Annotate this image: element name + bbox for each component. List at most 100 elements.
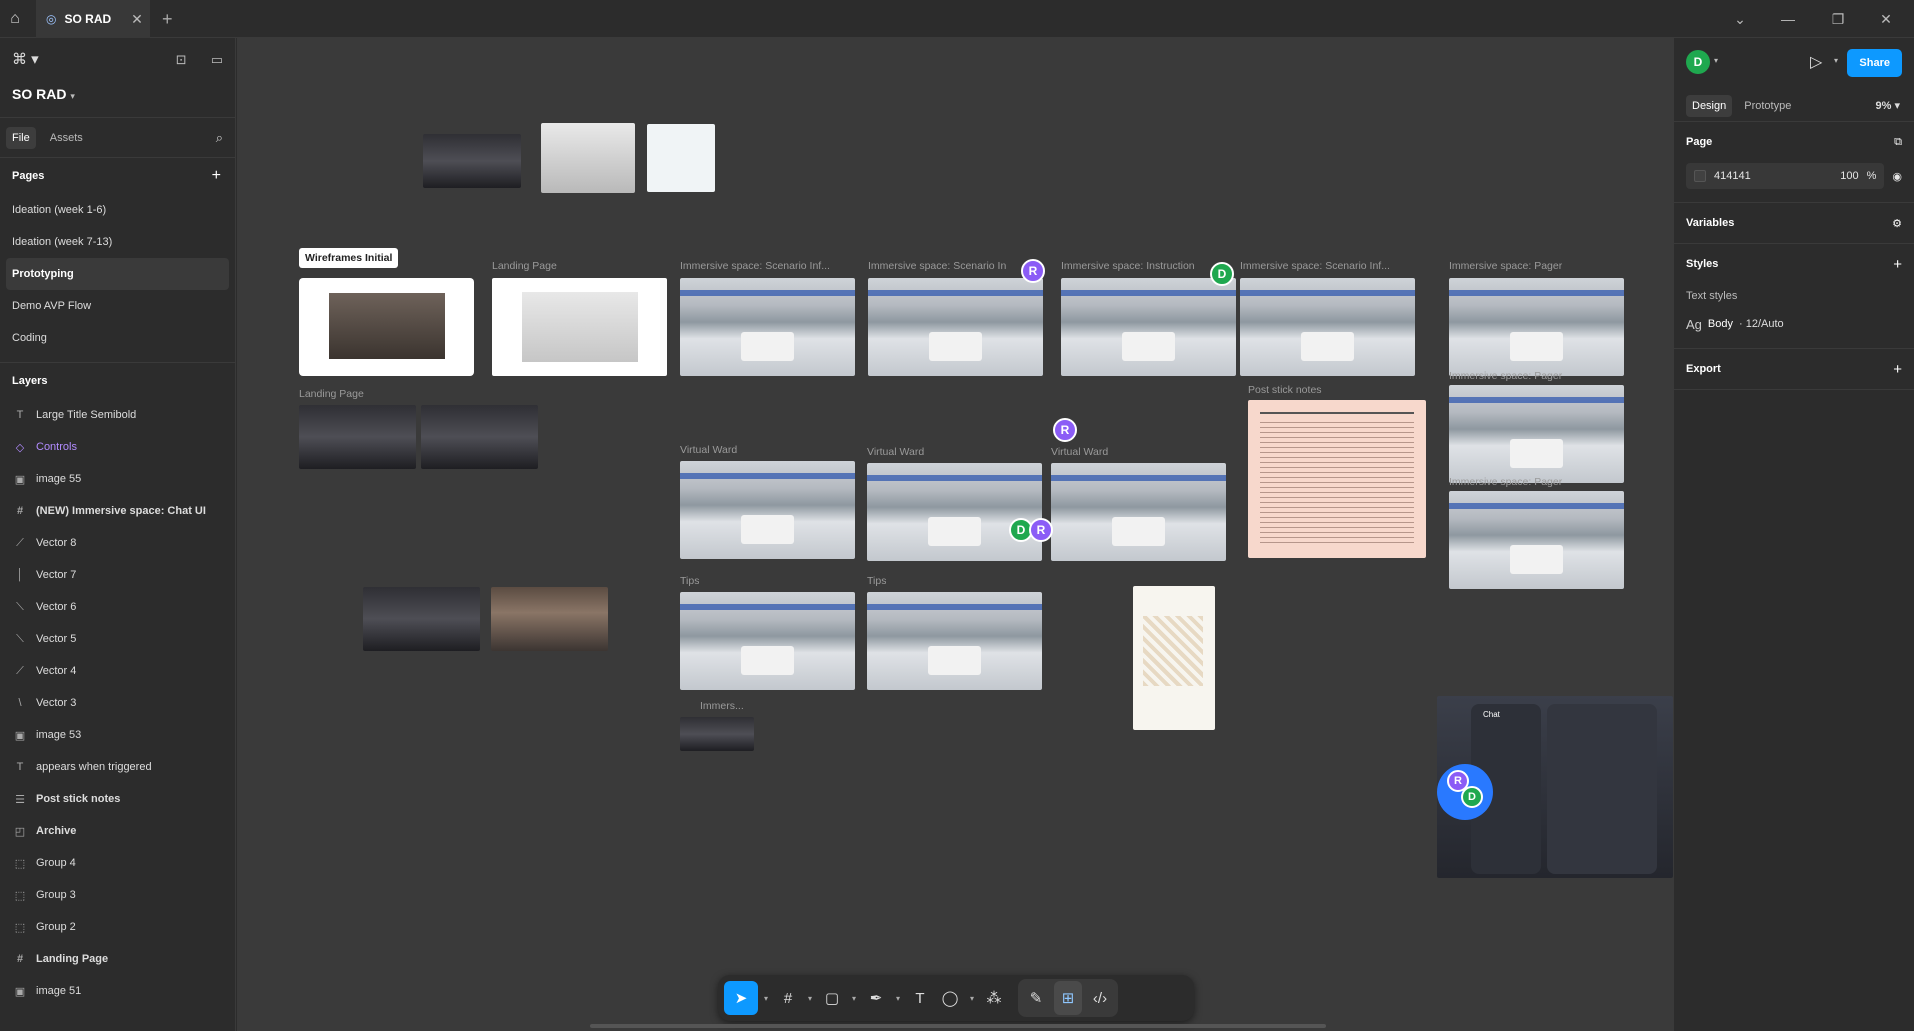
tab-design[interactable]: Design: [1686, 94, 1733, 117]
frame-tool-icon[interactable]: #: [774, 981, 802, 1015]
share-button[interactable]: Share: [1847, 49, 1902, 77]
text-style-body[interactable]: Ag Body · 12/Auto: [1686, 308, 1902, 340]
layer-item[interactable]: ⟍ Vector 6: [0, 591, 235, 623]
layer-item[interactable]: ◇ Controls: [0, 431, 235, 463]
text-tool-icon[interactable]: T: [906, 981, 934, 1015]
file-name[interactable]: SO RAD ▾: [12, 86, 75, 102]
layer-item[interactable]: # Landing Page: [0, 943, 235, 975]
page-settings-icon[interactable]: ⧉: [1894, 136, 1902, 149]
label-scenario-2[interactable]: Immersive space: Scenario In: [868, 260, 1023, 272]
frame-post-stick-notes[interactable]: [1248, 400, 1426, 558]
page-color-field[interactable]: 414141 100 %: [1686, 163, 1885, 189]
tab-assets[interactable]: Assets: [44, 127, 89, 149]
design-mode-icon[interactable]: ⊞: [1054, 981, 1082, 1015]
frame-pager-3[interactable]: [1449, 491, 1624, 589]
layer-item[interactable]: ⬚ Group 4: [0, 847, 235, 879]
page-item-coding[interactable]: Coding: [6, 322, 229, 354]
comment-tool-caret-icon[interactable]: ▾: [966, 981, 978, 1015]
label-virtual-ward-2[interactable]: Virtual Ward: [867, 446, 924, 458]
frame-scenario-1[interactable]: [680, 278, 855, 376]
avatar-collaborator-d[interactable]: D: [1210, 262, 1234, 286]
page-color-value[interactable]: 414141: [1714, 170, 1751, 182]
canvas-image-room[interactable]: [541, 123, 635, 193]
frame-tips-2[interactable]: [867, 592, 1042, 690]
canvas-image-banner[interactable]: [423, 134, 521, 188]
rectangle-tool-icon[interactable]: ▢: [818, 981, 846, 1015]
layer-item[interactable]: ▣ image 55: [0, 463, 235, 495]
layer-item[interactable]: ◰ Archive: [0, 815, 235, 847]
frame-pager-1[interactable]: [1449, 278, 1624, 376]
comment-tool-icon[interactable]: ◯: [936, 981, 964, 1015]
file-tab[interactable]: ◎ SO RAD ✕: [36, 0, 150, 38]
present-icon[interactable]: ▷: [1810, 52, 1822, 72]
search-icon[interactable]: ⌕: [216, 130, 223, 146]
layer-item[interactable]: # (NEW) Immersive space: Chat UI: [0, 495, 235, 527]
frame-scenario-3[interactable]: [1240, 278, 1415, 376]
label-pager-1[interactable]: Immersive space: Pager: [1449, 260, 1562, 272]
page-item-demo-avp-flow[interactable]: Demo AVP Flow: [6, 290, 229, 322]
layer-item[interactable]: Tappears when triggered: [0, 751, 235, 783]
avatar-stack[interactable]: R D: [1437, 764, 1493, 820]
home-icon[interactable]: ⌂: [0, 0, 30, 38]
chevron-down-icon[interactable]: ⌄: [1720, 0, 1760, 38]
label-tips-2[interactable]: Tips: [867, 575, 886, 587]
frame-scenario-2[interactable]: [868, 278, 1043, 376]
draw-mode-icon[interactable]: ✎: [1022, 981, 1050, 1015]
visibility-eye-icon[interactable]: ◉: [1892, 170, 1902, 183]
actions-tool-icon[interactable]: ⁂: [980, 981, 1008, 1015]
layer-item[interactable]: ☰ Post stick notes: [0, 783, 235, 815]
frame-archive-1[interactable]: [363, 587, 480, 651]
variables-settings-icon[interactable]: ⚙: [1892, 217, 1902, 230]
horizontal-scrollbar[interactable]: [590, 1024, 1326, 1028]
layer-item[interactable]: ▣ image 51: [0, 975, 235, 1007]
frame-virtual-ward-3[interactable]: [1051, 463, 1226, 561]
canvas[interactable]: Wireframes Initial Landing Page Landing …: [237, 38, 1673, 1031]
frame-tips-1[interactable]: [680, 592, 855, 690]
frame-tool-caret-icon[interactable]: ▾: [804, 981, 816, 1015]
close-tab-icon[interactable]: ✕: [131, 11, 143, 28]
add-export-icon[interactable]: +: [1893, 361, 1902, 378]
frame-virtual-ward-2[interactable]: [867, 463, 1042, 561]
present-menu-chevron-icon[interactable]: ▾: [1834, 56, 1838, 65]
label-immers[interactable]: Immers...: [700, 700, 744, 712]
tab-prototype[interactable]: Prototype: [1738, 95, 1797, 117]
frame-pager-2[interactable]: [1449, 385, 1624, 483]
layer-item[interactable]: ⟍ Vector 5: [0, 623, 235, 655]
frame-virtual-ward-1[interactable]: [680, 461, 855, 559]
label-wireframes-initial[interactable]: Wireframes Initial: [299, 248, 399, 268]
figma-menu-icon[interactable]: ⌘ ▾: [12, 50, 39, 68]
label-post-stick-notes[interactable]: Post stick notes: [1248, 384, 1322, 396]
tab-file[interactable]: File: [6, 126, 36, 149]
dev-mode-icon[interactable]: ‹/›: [1086, 981, 1114, 1015]
label-landing-page-2[interactable]: Landing Page: [299, 388, 364, 400]
label-tips-1[interactable]: Tips: [680, 575, 699, 587]
frame-landing-page[interactable]: [492, 278, 667, 376]
frame-archive-2[interactable]: [491, 587, 608, 651]
label-landing-page[interactable]: Landing Page: [492, 260, 557, 272]
layer-item[interactable]: │ Vector 7: [0, 559, 235, 591]
page-color-swatch[interactable]: [1694, 170, 1706, 182]
move-tool-icon[interactable]: ➤: [724, 981, 758, 1015]
frame-map[interactable]: [1133, 586, 1215, 730]
add-style-icon[interactable]: +: [1893, 256, 1902, 273]
toggle-sidebar-icon[interactable]: ▭: [211, 52, 223, 68]
layer-item[interactable]: T Large Title Semibold: [0, 399, 235, 431]
label-scenario-1[interactable]: Immersive space: Scenario Inf...: [680, 260, 855, 272]
page-item-prototyping[interactable]: Prototyping: [6, 258, 229, 290]
label-virtual-ward-3[interactable]: Virtual Ward: [1051, 446, 1108, 458]
layer-item[interactable]: ⬚ Group 2: [0, 911, 235, 943]
page-item-ideation-1-6[interactable]: Ideation (week 1-6): [6, 194, 229, 226]
avatar-collaborator-r-2[interactable]: R: [1053, 418, 1077, 442]
pen-tool-icon[interactable]: ✒: [862, 981, 890, 1015]
label-pager-2[interactable]: Immersive space: Pager: [1449, 370, 1562, 382]
restore-icon[interactable]: ❐: [1818, 0, 1858, 38]
zoom-level[interactable]: 9% ▾: [1876, 99, 1900, 112]
label-scenario-3[interactable]: Immersive space: Scenario Inf...: [1240, 260, 1415, 272]
current-user-avatar[interactable]: D: [1686, 50, 1710, 74]
move-tool-caret-icon[interactable]: ▾: [760, 981, 772, 1015]
minimize-icon[interactable]: —: [1768, 0, 1808, 38]
ai-icon[interactable]: ⊡: [176, 52, 187, 68]
page-item-ideation-7-13[interactable]: Ideation (week 7-13): [6, 226, 229, 258]
layer-item[interactable]: ⬚ Group 3: [0, 879, 235, 911]
avatar-collaborator-r-3[interactable]: R: [1029, 518, 1053, 542]
